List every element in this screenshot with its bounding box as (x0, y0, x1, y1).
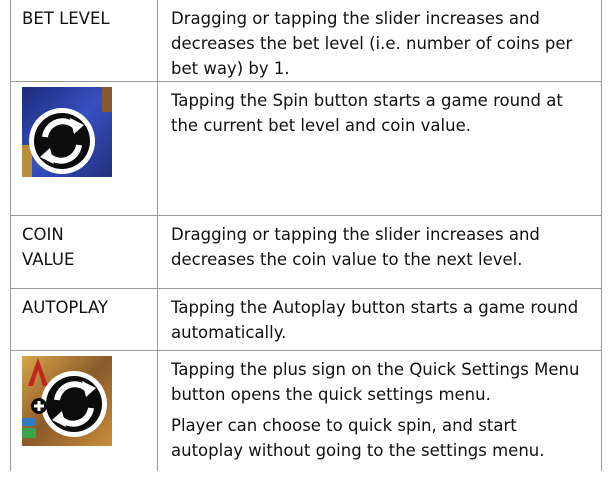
row-label: BET LEVEL (10, 0, 158, 82)
table-row: Tapping the Spin button starts a game ro… (10, 81, 602, 216)
table-row: BET LEVEL Dragging or tapping the slider… (10, 0, 602, 82)
row-description: Tapping the plus sign on the Quick Setti… (157, 350, 602, 471)
help-table: BET LEVEL Dragging or tapping the slider… (10, 0, 602, 471)
row-label: COIN VALUE (10, 215, 158, 289)
label-value: VALUE (22, 250, 75, 269)
row-description: Tapping the Spin button starts a game ro… (157, 81, 602, 216)
description-part-1: Tapping the plus sign on the Quick Setti… (171, 360, 580, 404)
row-icon-cell (10, 81, 158, 216)
table-row: Tapping the plus sign on the Quick Setti… (10, 350, 602, 471)
label-bet-level: BET LEVEL (22, 9, 110, 28)
row-label: AUTOPLAY (10, 288, 158, 351)
description-part-2: Player can choose to quick spin, and sta… (171, 416, 545, 460)
row-icon-cell (10, 350, 158, 471)
label-coin: COIN (22, 225, 64, 244)
row-description: Dragging or tapping the slider increases… (157, 0, 602, 82)
table-row: AUTOPLAY Tapping the Autoplay button sta… (10, 288, 602, 351)
label-autoplay: AUTOPLAY (22, 298, 109, 317)
row-description: Tapping the Autoplay button starts a gam… (157, 288, 602, 351)
row-description: Dragging or tapping the slider increases… (157, 215, 602, 289)
spin-button-icon (22, 87, 112, 177)
quick-settings-spin-button-icon (22, 356, 112, 446)
table-row: COIN VALUE Dragging or tapping the slide… (10, 215, 602, 289)
